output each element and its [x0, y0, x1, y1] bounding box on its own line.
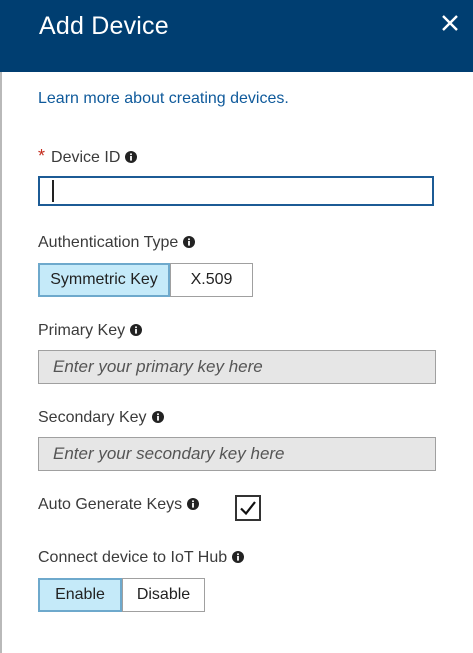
connect-disable-option[interactable]: Disable	[122, 578, 205, 612]
device-id-label: Device ID	[51, 149, 121, 166]
connect-enable-option[interactable]: Enable	[38, 578, 122, 612]
secondary-key-label: Secondary Key	[38, 409, 147, 426]
info-icon[interactable]	[151, 410, 164, 423]
checkmark-icon	[240, 501, 256, 516]
learn-more-link[interactable]: Learn more about creating devices.	[38, 90, 289, 108]
primary-key-label-row: Primary Key	[38, 322, 143, 340]
device-id-input[interactable]	[38, 176, 434, 206]
blade-title: Add Device	[39, 12, 169, 40]
required-asterisk: *	[38, 146, 46, 166]
secondary-key-label-row: Secondary Key	[38, 409, 164, 427]
auto-generate-checkbox[interactable]	[235, 495, 261, 521]
connect-label: Connect device to IoT Hub	[38, 549, 228, 566]
info-icon[interactable]	[125, 150, 138, 163]
info-icon[interactable]	[183, 235, 196, 248]
blade-header: Add Device	[0, 0, 473, 72]
text-caret	[52, 180, 54, 202]
auth-type-label: Authentication Type	[38, 234, 179, 251]
close-icon[interactable]	[441, 14, 459, 32]
primary-key-label: Primary Key	[38, 322, 126, 339]
auth-x509-option[interactable]: X.509	[170, 263, 253, 297]
auth-type-label-row: Authentication Type	[38, 234, 196, 252]
device-id-label-row: * Device ID	[38, 146, 138, 167]
info-icon[interactable]	[187, 497, 200, 510]
info-icon[interactable]	[130, 323, 143, 336]
secondary-key-input[interactable]	[38, 437, 436, 471]
primary-key-input[interactable]	[38, 350, 436, 384]
connect-label-row: Connect device to IoT Hub	[38, 549, 245, 567]
auto-generate-label-row: Auto Generate Keys	[38, 496, 200, 514]
auth-symmetric-key-option[interactable]: Symmetric Key	[38, 263, 170, 297]
info-icon[interactable]	[232, 550, 245, 563]
auto-generate-label: Auto Generate Keys	[38, 496, 183, 513]
blade-left-border	[0, 72, 2, 653]
